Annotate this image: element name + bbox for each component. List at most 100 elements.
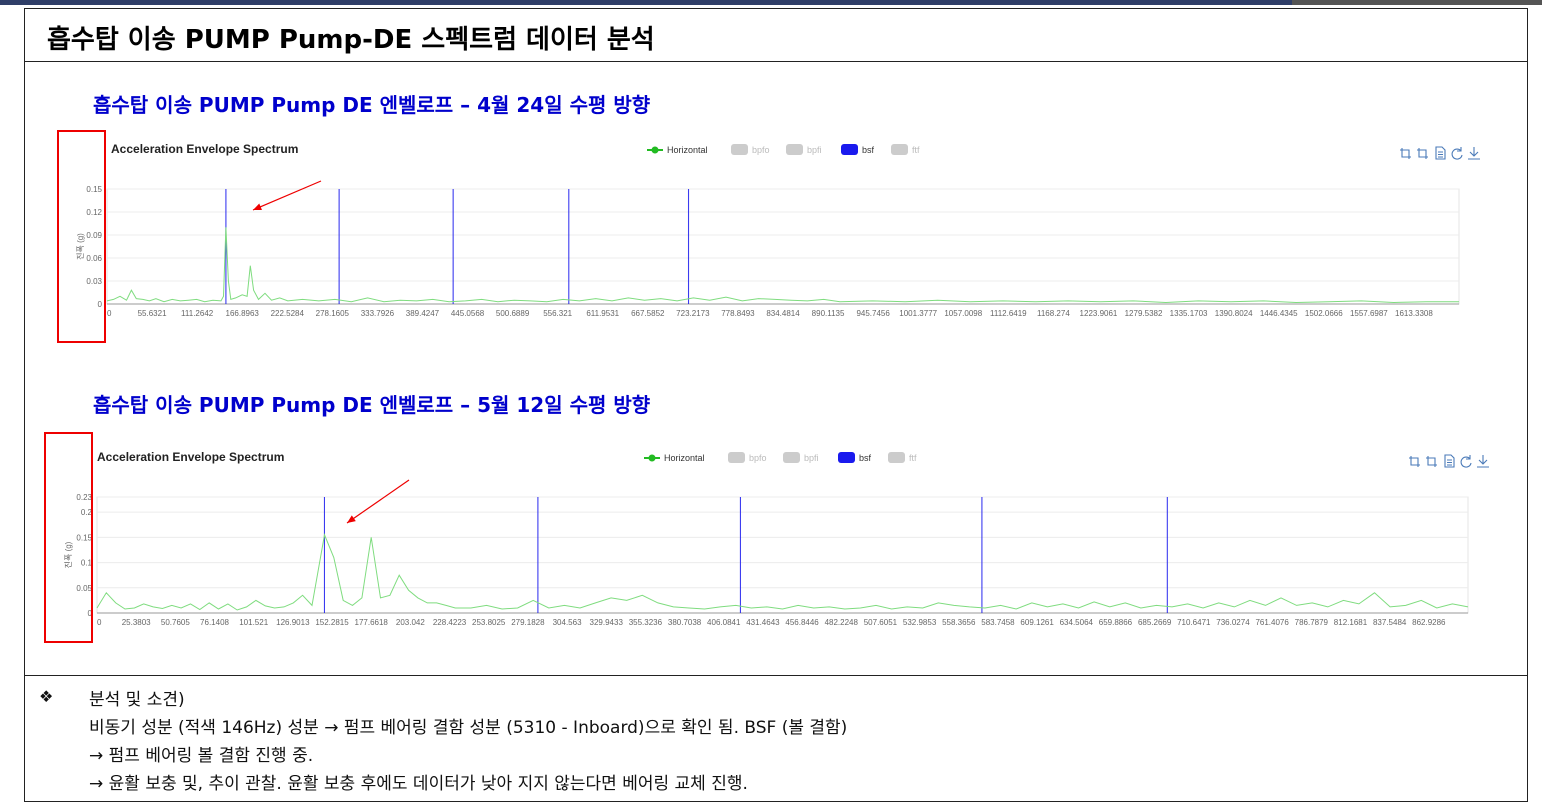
x-tick-label: 166.8963: [226, 309, 260, 318]
top-accent-bar-right: [1292, 0, 1542, 5]
legend-swatch-icon: [841, 144, 858, 155]
x-tick-label: 126.9013: [276, 618, 310, 627]
chart-2-axis-highlight-box: [44, 432, 93, 643]
legend-swatch-icon: [888, 452, 905, 463]
legend-item-ftf[interactable]: ftf: [888, 452, 917, 463]
x-tick-label: 761.4076: [1255, 618, 1289, 627]
chart-2-subtitle: 흡수탑 이송 PUMP Pump DE 엔벨로프 – 5월 12일 수평 방향: [93, 393, 651, 417]
x-tick-label: 583.7458: [981, 618, 1015, 627]
chart-1-svg: Acceleration Envelope Spectrum Horizontal…: [49, 129, 1499, 344]
x-tick-label: 611.9531: [586, 309, 619, 318]
x-tick-label: 152.2815: [315, 618, 349, 627]
legend-label: bpfi: [807, 145, 822, 155]
chart-title: Acceleration Envelope Spectrum: [111, 142, 298, 156]
legend-label: ftf: [909, 453, 917, 463]
legend-item-ftf[interactable]: ftf: [891, 144, 920, 155]
x-tick-label: 837.5484: [1373, 618, 1407, 627]
x-tick-label: 786.7879: [1295, 618, 1329, 627]
x-tick-label: 736.0274: [1216, 618, 1250, 627]
x-tick-label: 1168.274: [1037, 309, 1070, 318]
x-tick-label: 890.1135: [812, 309, 845, 318]
x-tick-label: 329.9433: [590, 618, 624, 627]
x-tick-label: 431.4643: [746, 618, 780, 627]
x-tick-label: 0: [107, 309, 112, 318]
x-tick-label: 445.0568: [451, 309, 485, 318]
notes-bullet-icon: ❖: [39, 687, 54, 706]
slide-frame: 흡수탑 이송 PUMP Pump-DE 스펙트럼 데이터 분석 흡수탑 이송 P…: [24, 8, 1528, 802]
legend-dot-icon: [651, 146, 659, 154]
chart-background: [41, 433, 1499, 643]
x-tick-label: 659.8866: [1099, 618, 1133, 627]
x-tick-label: 389.4247: [406, 309, 440, 318]
x-tick-label: 834.4814: [766, 309, 800, 318]
chart-2-svg: Acceleration Envelope Spectrum Horizontal…: [41, 433, 1499, 643]
notes-divider: [25, 675, 1527, 676]
x-tick-label: 55.6321: [138, 309, 167, 318]
title-row: 흡수탑 이송 PUMP Pump-DE 스펙트럼 데이터 분석: [25, 9, 1527, 62]
x-tick-label: 333.7926: [361, 309, 395, 318]
legend-swatch-icon: [783, 452, 800, 463]
x-tick-label: 1279.5382: [1125, 309, 1163, 318]
x-tick-label: 812.1681: [1334, 618, 1368, 627]
legend-label: bpfi: [804, 453, 819, 463]
x-tick-label: 1390.8024: [1215, 309, 1253, 318]
notes-line-1: 비동기 성분 (적색 146Hz) 성분 → 펌프 베어링 결함 성분 (531…: [89, 718, 848, 738]
x-tick-label: 279.1828: [511, 618, 545, 627]
legend-label: bsf: [859, 453, 872, 463]
x-tick-label: 278.1605: [316, 309, 350, 318]
x-tick-label: 1502.0666: [1305, 309, 1343, 318]
x-tick-label: 667.5852: [631, 309, 665, 318]
x-tick-label: 76.1408: [200, 618, 229, 627]
x-tick-label: 0: [97, 618, 102, 627]
x-tick-label: 609.1261: [1020, 618, 1054, 627]
notes-line-3: → 윤활 보충 및, 추이 관찰. 윤활 보충 후에도 데이터가 낮아 지지 않…: [89, 774, 748, 794]
legend-swatch-icon: [728, 452, 745, 463]
x-tick-label: 634.5064: [1060, 618, 1094, 627]
notes-heading: 분석 및 소견): [89, 690, 185, 710]
x-tick-label: 355.3236: [629, 618, 663, 627]
x-tick-label: 101.521: [239, 618, 268, 627]
x-tick-label: 556.321: [543, 309, 572, 318]
x-tick-label: 507.6051: [864, 618, 898, 627]
legend-label: ftf: [912, 145, 920, 155]
legend-label: bsf: [862, 145, 875, 155]
legend-label: bpfo: [749, 453, 767, 463]
x-tick-label: 723.2173: [676, 309, 710, 318]
x-tick-label: 500.6889: [496, 309, 530, 318]
legend-swatch-icon: [891, 144, 908, 155]
chart-1-subtitle: 흡수탑 이송 PUMP Pump DE 엔벨로프 – 4월 24일 수평 방향: [93, 93, 651, 117]
legend-label: Horizontal: [664, 453, 705, 463]
x-tick-label: 177.6618: [355, 618, 389, 627]
x-tick-label: 25.3803: [122, 618, 151, 627]
legend-swatch-icon: [786, 144, 803, 155]
x-tick-label: 710.6471: [1177, 618, 1211, 627]
x-tick-label: 456.8446: [785, 618, 819, 627]
x-tick-label: 1557.6987: [1350, 309, 1388, 318]
legend-swatch-icon: [731, 144, 748, 155]
chart-title: Acceleration Envelope Spectrum: [97, 450, 284, 464]
x-tick-label: 304.563: [553, 618, 582, 627]
legend-label: Horizontal: [667, 145, 708, 155]
x-tick-label: 228.4223: [433, 618, 467, 627]
x-tick-label: 406.0841: [707, 618, 741, 627]
legend-label: bpfo: [752, 145, 770, 155]
legend-dot-icon: [648, 454, 656, 462]
x-tick-label: 945.7456: [856, 309, 890, 318]
x-tick-label: 685.2669: [1138, 618, 1172, 627]
x-tick-label: 111.2642: [181, 309, 214, 318]
x-tick-label: 50.7605: [161, 618, 190, 627]
x-tick-label: 253.8025: [472, 618, 506, 627]
x-tick-label: 203.042: [396, 618, 425, 627]
x-tick-label: 1335.1703: [1170, 309, 1208, 318]
x-tick-label: 1613.3308: [1395, 309, 1433, 318]
x-tick-label: 778.8493: [721, 309, 755, 318]
legend-swatch-icon: [838, 452, 855, 463]
x-tick-label: 1001.3777: [899, 309, 937, 318]
notes-line-2: → 펌프 베어링 볼 결함 진행 중.: [89, 746, 314, 766]
x-tick-label: 558.3656: [942, 618, 976, 627]
x-tick-label: 1057.0098: [944, 309, 982, 318]
x-tick-label: 1112.6419: [990, 309, 1027, 318]
page-title: 흡수탑 이송 PUMP Pump-DE 스펙트럼 데이터 분석: [47, 25, 655, 55]
x-tick-label: 222.5284: [271, 309, 305, 318]
x-tick-label: 482.2248: [825, 618, 859, 627]
